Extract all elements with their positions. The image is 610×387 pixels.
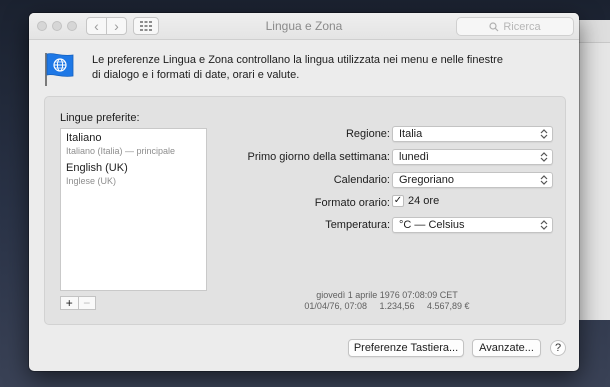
time-format-value: 24 ore bbox=[408, 195, 440, 207]
temperature-value: °C — Celsius bbox=[399, 219, 465, 231]
language-name: English (UK) bbox=[66, 162, 128, 174]
format-sample-numbers: 01/04/76, 07:08 1.234,56 4.567,89 € bbox=[304, 301, 470, 311]
keyboard-preferences-button[interactable]: Preferenze Tastiera... bbox=[348, 339, 464, 357]
first-day-row: Primo giorno della settimana: lunedì bbox=[222, 149, 553, 165]
region-label: Regione: bbox=[345, 128, 390, 140]
temperature-row: Temperatura: °C — Celsius bbox=[222, 217, 553, 233]
first-day-value: lunedì bbox=[399, 151, 429, 163]
region-value: Italia bbox=[399, 128, 423, 140]
time-format-row: Formato orario: ✓ 24 ore bbox=[222, 195, 552, 211]
temperature-select[interactable]: °C — Celsius bbox=[392, 217, 553, 233]
format-sample-date: giovedì 1 aprile 1976 07:08:09 CET bbox=[316, 290, 458, 300]
time-format-checkbox[interactable]: ✓ bbox=[392, 195, 404, 207]
language-detail: Inglese (UK) bbox=[66, 176, 117, 186]
time-format-label: Formato orario: bbox=[314, 197, 390, 209]
add-language-button[interactable]: + bbox=[61, 297, 78, 309]
first-day-select[interactable]: lunedì bbox=[392, 149, 553, 165]
checkmark-icon: ✓ bbox=[393, 195, 403, 206]
remove-language-button[interactable]: − bbox=[77, 297, 96, 309]
language-detail: Italiano (Italia) — principale bbox=[66, 146, 176, 156]
search-icon bbox=[489, 21, 499, 31]
region-row: Regione: Italia bbox=[222, 126, 553, 142]
region-select[interactable]: Italia bbox=[392, 126, 553, 142]
globe-flag-icon bbox=[45, 53, 74, 86]
chevron-updown-icon bbox=[540, 129, 548, 139]
preferred-languages-list[interactable]: Italiano Italiano (Italia) — principale … bbox=[60, 128, 207, 291]
calendar-row: Calendario: Gregoriano bbox=[222, 172, 553, 188]
language-item-italiano[interactable]: Italiano Italiano (Italia) — principale bbox=[61, 129, 206, 159]
calendar-select[interactable]: Gregoriano bbox=[392, 172, 553, 188]
help-button[interactable]: ? bbox=[550, 340, 566, 356]
search-field[interactable]: Ricerca bbox=[456, 17, 574, 36]
calendar-value: Gregoriano bbox=[399, 174, 455, 186]
calendar-label: Calendario: bbox=[333, 174, 390, 186]
language-add-remove: + − bbox=[60, 296, 96, 310]
first-day-label: Primo giorno della settimana: bbox=[247, 151, 390, 163]
time-format-toggle[interactable]: ✓ 24 ore bbox=[392, 195, 439, 207]
chevron-updown-icon bbox=[540, 175, 548, 185]
intro-text: Le preferenze Lingua e Zona controllano … bbox=[92, 54, 503, 81]
chevron-updown-icon bbox=[540, 220, 548, 230]
settings-panel: Lingue preferite: Italiano Italiano (Ita… bbox=[44, 96, 566, 325]
chevron-updown-icon bbox=[540, 152, 548, 162]
preferred-languages-heading: Lingue preferite: bbox=[60, 112, 140, 124]
search-placeholder: Ricerca bbox=[503, 20, 541, 33]
titlebar: ‹ › Lingua e Zona Ricerca bbox=[29, 13, 579, 40]
language-name: Italiano bbox=[66, 132, 102, 144]
preferences-window: ‹ › Lingua e Zona Ricerca Le preferenze … bbox=[29, 13, 579, 371]
language-item-english-uk[interactable]: English (UK) Inglese (UK) bbox=[61, 159, 206, 189]
advanced-button[interactable]: Avanzate... bbox=[472, 339, 541, 357]
temperature-label: Temperatura: bbox=[325, 219, 390, 231]
